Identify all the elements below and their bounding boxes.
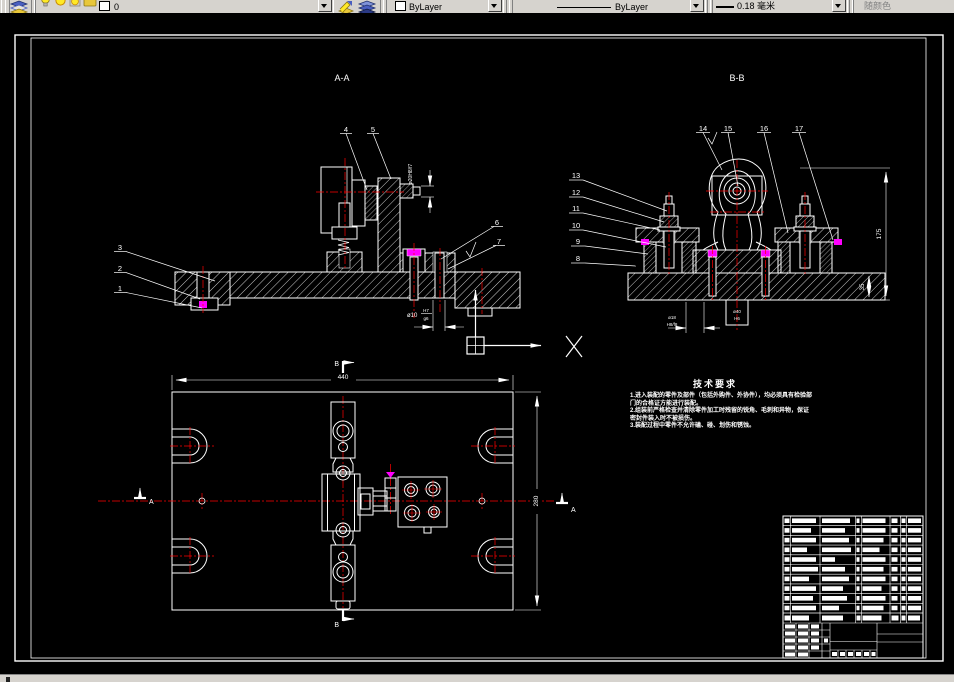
svg-text:1: 1 [118,284,122,293]
dim-bb-center-fit: ø40 [733,309,741,314]
svg-text:2: 2 [118,264,122,273]
lineweight-combobox[interactable]: 0.18 毫米 [712,0,848,13]
plotstyle-combobox: 随颜色 [853,0,954,13]
make-object-layer-current-icon[interactable] [337,0,355,13]
command-cursor-mark [6,677,10,682]
dim-bb-center-tol: H6 [734,316,740,321]
drawing-canvas[interactable]: A-A ø20H8/f7 ø10 H7 g6 3 2 1 4 5 6 7 B-B… [0,0,954,682]
current-plotstyle-value: 随颜色 [864,1,892,11]
color-dropdown-arrow[interactable] [488,0,502,12]
svg-text:4: 4 [344,125,348,134]
layer-color-chip [99,1,110,11]
dim-aa-bore-tol-u: H7 [423,308,429,313]
cad-application-window: 0 ByLayer ByLayer 0.18 毫米 随颜色 A-A ø20H8/… [0,0,954,682]
dim-bb-height: 175 [876,228,883,239]
title-block [782,515,924,659]
surface-finish-symbol [465,241,477,258]
layer-on-bulb-icon [40,0,51,12]
command-line-strip[interactable] [0,674,954,682]
dim-aa-bore-tol-l: g6 [423,316,429,321]
tech-line: 密封件装入时不被损伤。 [630,415,697,422]
section-view-bb: B-B 175 35 ø18 H8/f8 ø40 H6 13 12 11 10 … [569,73,890,333]
dim-plan-width: 440 [338,374,349,381]
view-aa-title: A-A [334,73,349,83]
leader-lines-bb [569,132,834,267]
layer-thaw-sun-icon [54,0,67,12]
current-lineweight-value: 0.18 毫米 [737,1,776,11]
linetype-combobox[interactable]: ByLayer [512,0,706,13]
svg-text:B: B [334,361,339,368]
svg-text:17: 17 [795,124,803,133]
svg-text:12: 12 [572,188,580,197]
parts-list [783,516,923,657]
current-layer-name: 0 [114,2,120,12]
tech-line: 门的合格证方能进行装配。 [630,400,703,407]
linetype-dropdown-arrow[interactable] [690,0,704,12]
linetype-sample [557,7,611,8]
current-linetype-value: ByLayer [615,2,649,12]
dim-aa-fit: ø20H8/f7 [408,164,414,185]
svg-text:11: 11 [572,204,580,213]
highlight-washer [834,239,842,245]
dim-bb-left-fit: ø18 [668,315,676,320]
dim-bb-base: 35 [860,283,866,290]
color-combobox[interactable]: ByLayer [386,0,504,13]
object-properties-toolbar: 0 ByLayer ByLayer 0.18 毫米 随颜色 [0,0,954,13]
layer-dropdown-arrow[interactable] [318,0,332,12]
svg-text:B: B [334,622,339,629]
highlight-pin [386,472,395,478]
ucs-x-label-glyph [565,335,583,358]
svg-text:8: 8 [576,254,580,263]
current-color-value: ByLayer [409,2,443,12]
svg-text:13: 13 [572,171,580,180]
svg-text:10: 10 [572,221,580,230]
layers-dialog-icon[interactable] [9,0,29,13]
layer-previous-icon[interactable] [357,0,377,13]
svg-text:16: 16 [760,124,768,133]
clamp-strip [321,401,361,610]
lineweight-dropdown-arrow[interactable] [832,0,846,12]
side-assembly [357,476,448,534]
tech-line: 2.组装前严格检查并清除零件加工时残留的锐角、毛刺和异物，保证 [630,408,810,414]
layers-icon [9,0,29,13]
lineweight-sample [716,6,734,8]
svg-text:5: 5 [371,125,375,134]
svg-text:9: 9 [576,237,580,246]
current-color-chip [395,1,406,11]
tech-line: 3.装配过程中零件不允许磕、碰、划伤和锈蚀。 [630,423,756,429]
plan-view: 440 280 B B A A [98,360,576,629]
svg-text:6: 6 [495,218,499,227]
layer-lock-plot-icon [83,0,98,12]
svg-text:A: A [149,499,154,506]
layer-combobox[interactable]: 0 [35,0,334,13]
svg-text:3: 3 [118,243,122,252]
technical-requirements-title: 技术要求 [692,379,737,389]
svg-text:15: 15 [724,124,732,133]
surface-finish-symbol [707,131,718,145]
section-view-aa: A-A ø20H8/f7 ø10 H7 g6 3 2 1 4 5 6 7 [114,73,521,331]
svg-text:A: A [571,507,576,514]
dim-bb-left-tol: H8/f8 [667,322,678,327]
svg-text:14: 14 [699,124,707,133]
layer-freeze-icon [69,0,82,12]
dim-plan-depth: 280 [533,495,540,506]
technical-requirements: 技术要求 1.进入装配的零件及部件（包括外购件、外协件），均必须具有检验部 门的… [630,377,813,431]
dim-aa-bore: ø10 [407,313,418,319]
svg-text:7: 7 [497,237,501,246]
tech-line: 1.进入装配的零件及部件（包括外购件、外协件），均必须具有检验部 [630,393,813,399]
view-bb-title: B-B [729,73,744,83]
